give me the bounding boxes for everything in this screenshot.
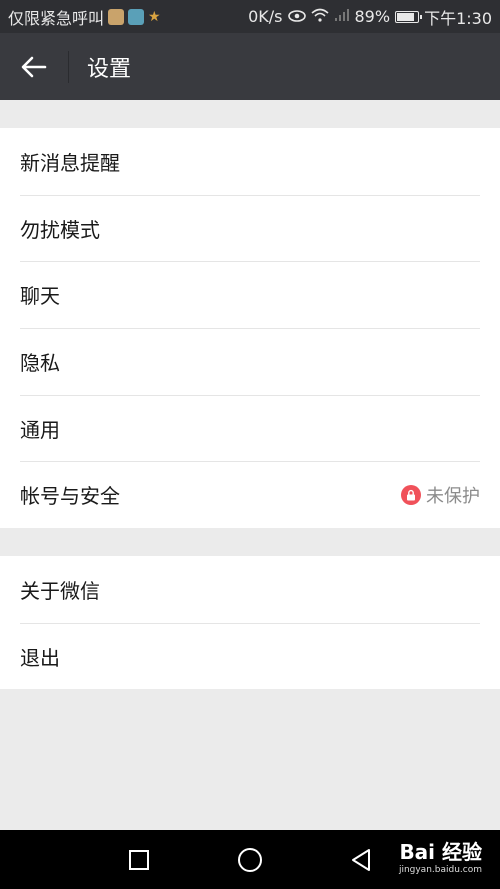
settings-item-notifications[interactable]: 新消息提醒 <box>0 128 500 195</box>
back-nav-button[interactable] <box>331 830 391 889</box>
back-button[interactable] <box>0 33 68 100</box>
settings-group-main: 新消息提醒 勿扰模式 聊天 隐私 通用 帐号与安全 未保护 <box>0 128 500 529</box>
app-notification-icon <box>128 8 145 25</box>
circle-icon <box>238 847 262 872</box>
settings-item-label: 勿扰模式 <box>20 217 100 242</box>
signal-icon <box>334 7 350 26</box>
watermark-url: jingyan.baidu.com <box>398 865 482 875</box>
status-bar-left: 仅限紧急呼叫 ★ <box>8 5 161 29</box>
baidu-watermark: Bai 经验 jingyan.baidu.com <box>399 836 482 875</box>
watermark-main: Bai 经验 <box>399 840 482 864</box>
battery-icon <box>395 10 423 23</box>
network-speed: 0K/s <box>248 7 283 26</box>
page-title: 设置 <box>87 56 132 82</box>
protection-status-text: 未保护 <box>426 485 480 507</box>
settings-item-label: 退出 <box>20 645 60 670</box>
settings-group-secondary: 关于微信 退出 <box>0 556 500 690</box>
carrier-text: 仅限紧急呼叫 <box>8 8 105 28</box>
title-divider <box>68 50 69 83</box>
home-button[interactable] <box>220 830 280 889</box>
app-notification-icon <box>108 8 125 25</box>
settings-item-general[interactable]: 通用 <box>0 394 500 462</box>
settings-item-label: 聊天 <box>20 284 60 309</box>
wifi-icon <box>310 7 329 26</box>
settings-item-label: 隐私 <box>20 350 60 375</box>
status-bar: 仅限紧急呼叫 ★ 0K/s 89% 下午1:30 <box>0 0 500 33</box>
settings-item-account-security[interactable]: 帐号与安全 未保护 <box>0 461 500 528</box>
clock: 下午1:30 <box>424 8 492 28</box>
settings-item-privacy[interactable]: 隐私 <box>0 328 500 395</box>
recent-apps-button[interactable] <box>109 830 169 889</box>
settings-item-label: 关于微信 <box>20 578 100 603</box>
settings-item-label: 帐号与安全 <box>20 484 120 509</box>
battery-text: 89% <box>354 7 391 26</box>
triangle-back-icon <box>352 848 370 871</box>
settings-item-label: 新消息提醒 <box>20 150 120 175</box>
settings-item-do-not-disturb[interactable]: 勿扰模式 <box>0 194 500 262</box>
eye-icon <box>287 7 306 26</box>
arrow-left-icon <box>21 56 47 77</box>
navigation-bar: Bai 经验 jingyan.baidu.com <box>0 830 500 889</box>
status-bar-right: 0K/s 89% 下午1:30 <box>248 5 492 29</box>
settings-item-about[interactable]: 关于微信 <box>0 556 500 623</box>
title-bar: 设置 <box>0 33 500 100</box>
lock-icon <box>401 484 421 505</box>
settings-item-logout[interactable]: 退出 <box>0 622 500 690</box>
settings-item-label: 通用 <box>20 417 60 442</box>
star-icon: ★ <box>148 8 161 25</box>
square-icon <box>129 849 149 870</box>
account-protection-status: 未保护 <box>401 482 480 508</box>
settings-item-chat[interactable]: 聊天 <box>0 261 500 328</box>
